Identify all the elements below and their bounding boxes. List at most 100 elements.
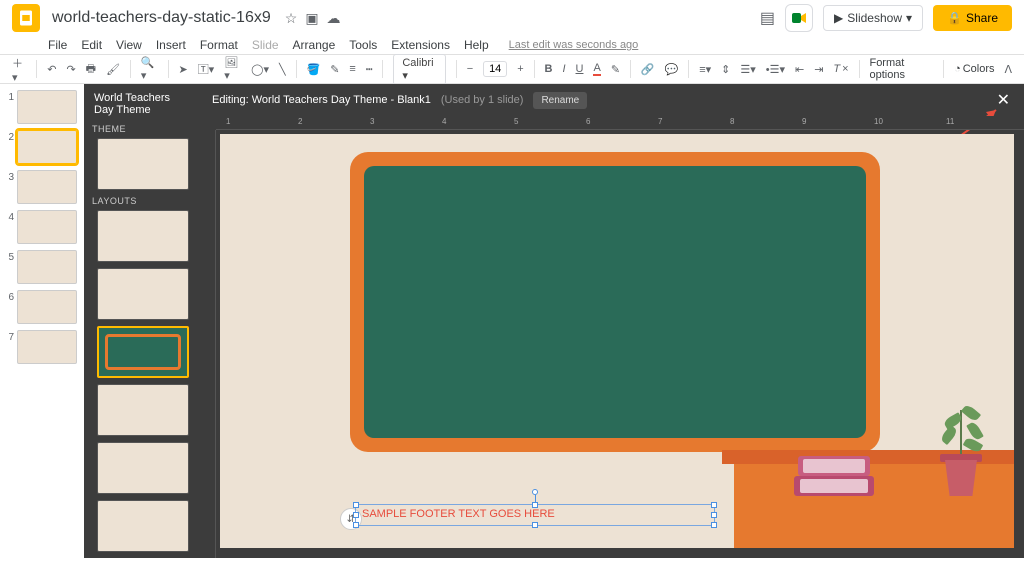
- menu-slide: Slide: [252, 38, 279, 52]
- rotate-handle[interactable]: [532, 489, 538, 495]
- theme-master-thumb[interactable]: [97, 138, 189, 190]
- line-tool[interactable]: ╲: [279, 63, 286, 76]
- slide-thumbnail[interactable]: [17, 130, 77, 164]
- border-color-button[interactable]: ✎: [330, 63, 339, 76]
- comments-icon[interactable]: ▤: [760, 8, 775, 28]
- decrease-font-button[interactable]: −: [467, 63, 473, 75]
- image-tool[interactable]: 🖼▾: [224, 56, 241, 82]
- toolbar: ＋▾ ↶ ↷ 🖶 🖌 🔍▾ ➤ 🅃▾ 🖼▾ ◯▾ ╲ 🪣 ✎ ≡ ┅ Calib…: [0, 54, 1024, 84]
- cloud-status-icon[interactable]: ☁: [327, 10, 341, 27]
- menu-arrange[interactable]: Arrange: [293, 38, 336, 52]
- undo-button[interactable]: ↶: [47, 63, 56, 76]
- rename-button[interactable]: Rename: [533, 92, 587, 109]
- text-color-button[interactable]: A: [593, 62, 600, 76]
- menu-bar: File Edit View Insert Format Slide Arran…: [0, 36, 1024, 54]
- layout-thumb[interactable]: [97, 384, 189, 436]
- slide-thumbnail[interactable]: [17, 170, 77, 204]
- layout-thumb[interactable]: [97, 442, 189, 494]
- insert-comment-button[interactable]: 💬: [665, 63, 679, 76]
- menu-edit[interactable]: Edit: [81, 38, 102, 52]
- editing-label: Editing: World Teachers Day Theme - Blan…: [212, 94, 431, 106]
- clear-formatting-button[interactable]: T×: [833, 63, 848, 75]
- share-button[interactable]: 🔒Share: [933, 5, 1012, 31]
- insert-link-button[interactable]: 🔗: [641, 63, 655, 76]
- meet-button[interactable]: [785, 4, 813, 32]
- numbered-list-button[interactable]: ☰▾: [740, 63, 755, 76]
- font-family-select[interactable]: Calibri ▾: [393, 54, 446, 85]
- slide-thumbnail[interactable]: [17, 250, 77, 284]
- underline-button[interactable]: U: [576, 63, 584, 75]
- textbox-tool[interactable]: 🅃▾: [198, 61, 215, 77]
- slide-number: 2: [4, 130, 14, 143]
- increase-font-button[interactable]: +: [517, 63, 523, 75]
- menu-format[interactable]: Format: [200, 38, 238, 52]
- layout-thumb[interactable]: [97, 268, 189, 320]
- theme-section-label: THEME: [92, 124, 196, 134]
- star-icon[interactable]: ☆: [285, 10, 298, 27]
- used-by-label: (Used by 1 slide): [441, 94, 524, 106]
- resize-handle[interactable]: [532, 502, 538, 508]
- decrease-indent-button[interactable]: ⇤: [795, 63, 804, 76]
- new-slide-button[interactable]: ＋▾: [12, 55, 26, 84]
- border-dash-button[interactable]: ┅: [366, 63, 373, 76]
- bulleted-list-button[interactable]: •☰▾: [766, 63, 785, 76]
- layout-thumb-selected[interactable]: [97, 326, 189, 378]
- menu-insert[interactable]: Insert: [156, 38, 186, 52]
- redo-button[interactable]: ↷: [66, 63, 75, 76]
- increase-indent-button[interactable]: ⇥: [814, 63, 823, 76]
- slide-number: 7: [4, 330, 14, 343]
- slide-thumbnail[interactable]: [17, 90, 77, 124]
- border-weight-button[interactable]: ≡: [349, 63, 355, 75]
- menu-file[interactable]: File: [48, 38, 67, 52]
- slide-thumbnail[interactable]: [17, 330, 77, 364]
- slide-thumbnail[interactable]: [17, 290, 77, 324]
- slideshow-button[interactable]: ▶Slideshow▾: [823, 5, 923, 31]
- theme-builder-panel: World Teachers Day Theme THEME LAYOUTS: [84, 84, 202, 558]
- shape-tool[interactable]: ◯▾: [251, 63, 269, 76]
- theme-title: World Teachers Day Theme: [90, 90, 196, 118]
- format-options-button[interactable]: Format options: [869, 57, 933, 81]
- slide-number: 5: [4, 250, 14, 263]
- slide-thumbnail[interactable]: [17, 210, 77, 244]
- resize-handle[interactable]: [532, 522, 538, 528]
- layout-thumb[interactable]: [97, 500, 189, 552]
- paint-format-button[interactable]: 🖌: [106, 63, 120, 76]
- align-button[interactable]: ≡▾: [699, 63, 711, 76]
- line-spacing-button[interactable]: ⇕: [721, 63, 730, 76]
- font-size-input[interactable]: [483, 61, 507, 77]
- print-button[interactable]: 🖶: [86, 60, 96, 79]
- canvas-area: Editing: World Teachers Day Theme - Blan…: [202, 84, 1024, 558]
- menu-extensions[interactable]: Extensions: [391, 38, 450, 52]
- resize-handle[interactable]: [353, 512, 359, 518]
- vertical-ruler: [202, 130, 216, 558]
- document-title[interactable]: world-teachers-day-static-16x9: [52, 9, 271, 27]
- slide-canvas[interactable]: ⇵ SAMPLE FOOTER TEXT GOES HERE: [220, 134, 1014, 548]
- resize-handle[interactable]: [711, 502, 717, 508]
- fill-color-button[interactable]: 🪣: [307, 63, 321, 76]
- menu-help[interactable]: Help: [464, 38, 489, 52]
- colors-button[interactable]: ◔ Colors: [954, 63, 994, 75]
- italic-button[interactable]: I: [562, 63, 565, 75]
- zoom-button[interactable]: 🔍▾: [141, 56, 158, 82]
- resize-handle[interactable]: [353, 522, 359, 528]
- select-tool[interactable]: ➤: [178, 63, 187, 76]
- last-edit-link[interactable]: Last edit was seconds ago: [509, 39, 639, 51]
- move-icon[interactable]: ▣: [305, 10, 318, 27]
- books-graphic: [794, 456, 874, 496]
- close-theme-editor-button[interactable]: ✕: [993, 90, 1014, 110]
- collapse-toolbar-button[interactable]: ᐱ: [1005, 63, 1013, 76]
- highlight-button[interactable]: ✎: [611, 63, 620, 76]
- layouts-section-label: LAYOUTS: [92, 196, 196, 206]
- resize-handle[interactable]: [353, 502, 359, 508]
- slide-number: 3: [4, 170, 14, 183]
- menu-tools[interactable]: Tools: [349, 38, 377, 52]
- footer-textbox-selected[interactable]: SAMPLE FOOTER TEXT GOES HERE: [355, 504, 715, 526]
- plant-graphic: [936, 406, 986, 496]
- layout-thumb[interactable]: [97, 210, 189, 262]
- resize-handle[interactable]: [711, 512, 717, 518]
- menu-view[interactable]: View: [116, 38, 142, 52]
- slides-app-icon[interactable]: [12, 4, 40, 32]
- resize-handle[interactable]: [711, 522, 717, 528]
- bold-button[interactable]: B: [545, 63, 553, 75]
- chalkboard-graphic: [350, 152, 880, 452]
